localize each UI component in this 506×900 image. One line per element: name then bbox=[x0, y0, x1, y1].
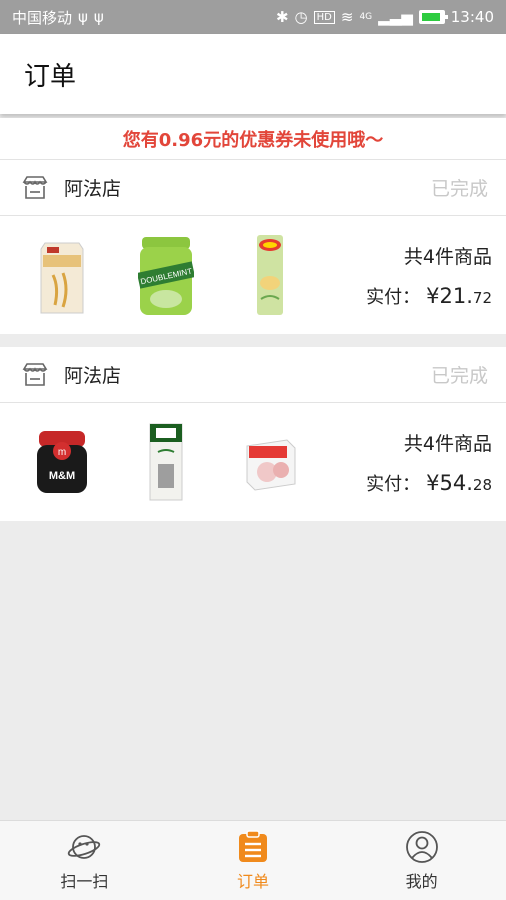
clock: 13:40 bbox=[450, 8, 494, 26]
paid-label: 实付： bbox=[366, 473, 421, 495]
product-thumbnail bbox=[136, 420, 196, 504]
svg-text:m: m bbox=[58, 447, 66, 458]
usb-icon: ψ bbox=[93, 8, 104, 26]
page-title: 订单 bbox=[24, 61, 77, 92]
planet-scan-icon bbox=[68, 834, 101, 859]
order-status: 已完成 bbox=[430, 365, 488, 387]
paid-amount: 实付： ¥21.72 bbox=[366, 283, 492, 309]
tab-orders[interactable]: 订单 bbox=[169, 821, 338, 900]
order-summary: 共4件商品 实付： ¥54.28 bbox=[366, 429, 492, 496]
app-header: 订单 bbox=[0, 34, 506, 114]
price-decimal: 28 bbox=[472, 475, 492, 494]
item-count: 共4件商品 bbox=[403, 432, 492, 455]
product-thumbnail bbox=[240, 233, 300, 317]
price-main: ¥21. bbox=[426, 283, 473, 308]
order-card[interactable]: 阿法店 已完成 m M&M 共4件商品 实付： ¥54.28 bbox=[0, 347, 506, 521]
tab-label: 我的 bbox=[405, 871, 438, 891]
bluetooth-icon: ✱ bbox=[275, 8, 289, 26]
price-main: ¥54. bbox=[426, 470, 473, 495]
hd-icon: HD bbox=[313, 10, 335, 24]
network-type: 4G bbox=[359, 12, 373, 22]
order-body[interactable]: DOUBLEMINT 共4件商品 实付： ¥21.72 bbox=[0, 216, 506, 334]
order-status: 已完成 bbox=[430, 178, 488, 200]
carrier-label: 中国移动 bbox=[12, 8, 73, 27]
store-icon bbox=[22, 175, 48, 199]
coupon-banner[interactable]: 您有0.96元的优惠券未使用哦～ bbox=[0, 118, 506, 160]
product-list: DOUBLEMINT bbox=[32, 233, 366, 317]
paid-amount: 实付： ¥54.28 bbox=[366, 470, 492, 496]
bottom-tab-bar: 扫一扫 订单 我的 bbox=[0, 820, 506, 900]
order-summary: 共4件商品 实付： ¥21.72 bbox=[366, 242, 492, 309]
paid-label: 实付： bbox=[366, 286, 421, 308]
status-bar: 中国移动 ψ ψ ✱ ◷ HD ≋ 4G ▂▃▅ 13:40 bbox=[0, 0, 506, 34]
clipboard-icon bbox=[239, 829, 267, 862]
order-card[interactable]: 阿法店 已完成 DOUBLEMINT 共4件商品 实付： ¥21.72 bbox=[0, 160, 506, 334]
battery-icon bbox=[418, 10, 448, 24]
order-body[interactable]: m M&M 共4件商品 实付： ¥54.28 bbox=[0, 403, 506, 521]
product-thumbnail: m M&M bbox=[32, 420, 92, 504]
alarm-icon: ◷ bbox=[294, 8, 308, 26]
order-header: 阿法店 已完成 bbox=[0, 160, 506, 216]
svg-text:M&M: M&M bbox=[49, 470, 75, 482]
user-icon bbox=[405, 830, 438, 863]
store-name: 阿法店 bbox=[64, 365, 122, 387]
tab-label: 扫一扫 bbox=[60, 871, 109, 891]
store-icon bbox=[22, 362, 48, 386]
usb-icon: ψ bbox=[78, 8, 88, 26]
store-name: 阿法店 bbox=[64, 178, 122, 200]
product-thumbnail bbox=[240, 420, 300, 504]
item-count: 共4件商品 bbox=[403, 245, 492, 268]
tab-profile[interactable]: 我的 bbox=[337, 821, 506, 900]
wifi-icon: ≋ bbox=[340, 8, 354, 26]
product-thumbnail: DOUBLEMINT bbox=[136, 233, 196, 317]
tab-label: 订单 bbox=[237, 871, 270, 891]
price-decimal: 72 bbox=[472, 288, 492, 307]
tab-scan[interactable]: 扫一扫 bbox=[0, 821, 169, 900]
signal-icon: ▂▃▅ bbox=[378, 8, 413, 26]
product-list: m M&M bbox=[32, 420, 366, 504]
order-header: 阿法店 已完成 bbox=[0, 347, 506, 403]
product-thumbnail bbox=[32, 233, 92, 317]
